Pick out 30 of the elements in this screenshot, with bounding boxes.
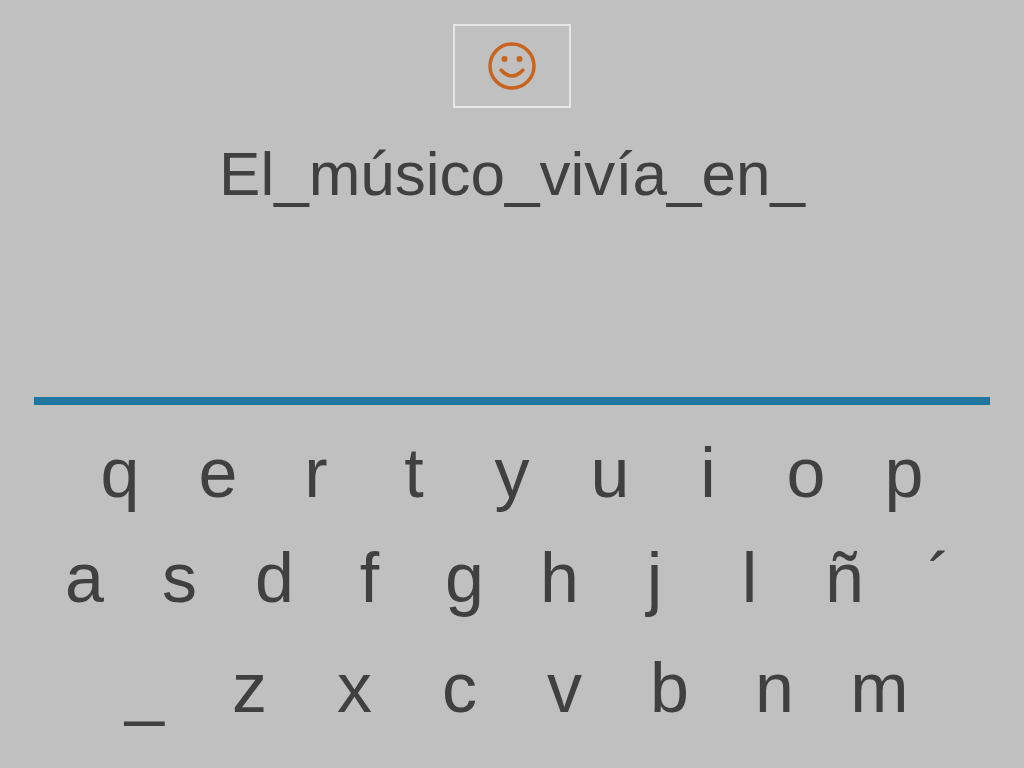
key[interactable]: q bbox=[71, 428, 169, 518]
key[interactable]: ´ bbox=[892, 533, 987, 623]
key[interactable]: a bbox=[37, 533, 132, 623]
key[interactable]: y bbox=[463, 428, 561, 518]
key[interactable]: x bbox=[302, 643, 407, 733]
key[interactable]: e bbox=[169, 428, 267, 518]
key[interactable]: h bbox=[512, 533, 607, 623]
key[interactable]: t bbox=[365, 428, 463, 518]
key[interactable]: o bbox=[757, 428, 855, 518]
key[interactable]: j bbox=[607, 533, 702, 623]
key[interactable]: c bbox=[407, 643, 512, 733]
key[interactable]: m bbox=[827, 643, 932, 733]
key[interactable]: b bbox=[617, 643, 722, 733]
key[interactable]: p bbox=[855, 428, 953, 518]
key[interactable]: l bbox=[702, 533, 797, 623]
smiley-frame[interactable] bbox=[453, 24, 571, 108]
key[interactable]: u bbox=[561, 428, 659, 518]
key[interactable]: _ bbox=[92, 643, 197, 733]
sentence-text: El_músico_vivía_en_ bbox=[219, 138, 805, 210]
smiley-icon bbox=[486, 40, 538, 92]
key[interactable]: r bbox=[267, 428, 365, 518]
key[interactable]: f bbox=[322, 533, 417, 623]
key[interactable]: g bbox=[417, 533, 512, 623]
key[interactable]: z bbox=[197, 643, 302, 733]
key[interactable]: v bbox=[512, 643, 617, 733]
key[interactable]: i bbox=[659, 428, 757, 518]
key[interactable]: n bbox=[722, 643, 827, 733]
key[interactable]: ñ bbox=[797, 533, 892, 623]
key[interactable]: s bbox=[132, 533, 227, 623]
key[interactable]: d bbox=[227, 533, 322, 623]
